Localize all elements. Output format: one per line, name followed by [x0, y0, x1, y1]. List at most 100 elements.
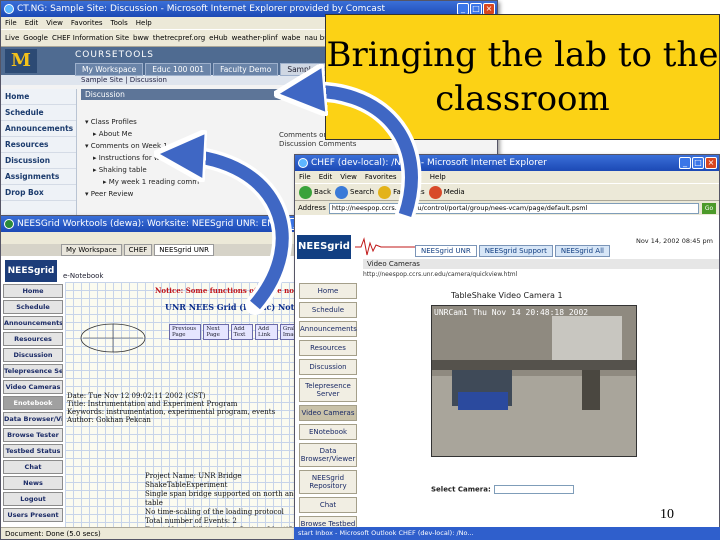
- go-button[interactable]: Go: [702, 202, 716, 214]
- links-bar-item[interactable]: wabe: [282, 34, 301, 42]
- links-bar-item[interactable]: bww: [133, 34, 149, 42]
- enotebook-button[interactable]: Add Text: [230, 324, 254, 340]
- entry-keywords: Keywords: instrumentation, experimental …: [67, 408, 276, 416]
- left-nav-item[interactable]: Data Browser/Viewer: [299, 443, 357, 467]
- enotebook-button[interactable]: Previous Page: [169, 324, 202, 340]
- menu-item[interactable]: View: [340, 173, 357, 181]
- site-tab[interactable]: My Workspace: [75, 63, 144, 76]
- left-nav-item[interactable]: Announcements: [1, 121, 76, 137]
- menu-item[interactable]: File: [5, 19, 17, 27]
- select-camera-dropdown[interactable]: [493, 485, 574, 494]
- menu-item[interactable]: Tools: [405, 173, 422, 181]
- menu-item[interactable]: File: [299, 173, 311, 181]
- entry-date: Date: Tue Nov 12 09:02:11 2002 (CST): [67, 392, 206, 400]
- site-tab[interactable]: My Workspace: [61, 244, 122, 256]
- address-input[interactable]: http://neespop.ccrs.unr.edu/control/port…: [328, 202, 699, 214]
- links-bar-item[interactable]: Live: [5, 34, 19, 42]
- minimize-button[interactable]: _: [679, 157, 691, 169]
- left-nav-item[interactable]: Browse Tester: [3, 428, 63, 442]
- left-nav-item[interactable]: Chat: [3, 460, 63, 474]
- toolbar-icon: [378, 185, 392, 199]
- windows-taskbar[interactable]: start Inbox - Microsoft Outlook CHEF (de…: [294, 527, 720, 540]
- left-nav-item[interactable]: Discussion: [299, 359, 357, 375]
- left-nav-item[interactable]: Video Cameras: [299, 405, 357, 421]
- camera-feed-image: [432, 306, 636, 456]
- links-bar-item[interactable]: CHEF Information Site: [52, 34, 129, 42]
- chef-timestamp: Nov 14, 2002 08:45 pm: [635, 237, 713, 245]
- left-nav-item[interactable]: Telepresence Server: [299, 378, 357, 402]
- toolbar-icon: [335, 185, 348, 199]
- left-nav-item[interactable]: Discussion: [3, 348, 63, 362]
- chef-titlebar[interactable]: CHEF (dev-local): /Nor... - Microsoft In…: [295, 155, 719, 171]
- site-tab[interactable]: CHEF: [123, 244, 153, 256]
- discussion-panel-title: Discussion: [81, 89, 281, 100]
- toolbar-label: Search: [350, 188, 375, 196]
- links-bar-item[interactable]: Google: [23, 34, 48, 42]
- menu-item[interactable]: Edit: [25, 19, 39, 27]
- left-nav-item[interactable]: Chat: [299, 497, 357, 513]
- left-nav-item[interactable]: Home: [1, 89, 76, 105]
- entry-title: Title: Instrumentation and Experiment Pr…: [67, 400, 238, 408]
- left-nav-item[interactable]: News: [3, 476, 63, 490]
- nees-section-label: e-Notebook: [63, 272, 104, 280]
- enotebook-button[interactable]: Next Page: [203, 324, 229, 340]
- left-nav-item[interactable]: Enotebook: [3, 396, 63, 410]
- neesgrid-logo: NEESgrid: [297, 235, 351, 259]
- nees-titlebar[interactable]: NEESGrid Worktools (dewa): Worksite: NEE…: [1, 216, 329, 232]
- maximize-button[interactable]: □: [692, 157, 704, 169]
- left-nav-item[interactable]: Schedule: [1, 105, 76, 121]
- nees-window-title: NEESGrid Worktools (dewa): Worksite: NEE…: [17, 219, 329, 229]
- left-nav-item[interactable]: Discussion: [1, 153, 76, 169]
- left-nav-item[interactable]: Data Browser/Viewer: [3, 412, 63, 426]
- toolbar-label: Favorites: [393, 188, 425, 196]
- left-nav-item[interactable]: ENotebook: [299, 424, 357, 440]
- site-tab[interactable]: NEESgrid Support: [478, 245, 553, 257]
- toolbar-button[interactable]: Back: [299, 185, 331, 199]
- toolbar-button[interactable]: Media: [428, 185, 465, 199]
- toolbar-button[interactable]: Search: [335, 185, 375, 199]
- menu-item[interactable]: View: [46, 19, 63, 27]
- left-nav-item[interactable]: Home: [3, 284, 63, 298]
- left-nav-item[interactable]: Telepresence Server: [3, 364, 63, 378]
- left-nav-item[interactable]: Announcements: [299, 321, 357, 337]
- close-button[interactable]: ×: [705, 157, 717, 169]
- menu-item[interactable]: Help: [136, 19, 152, 27]
- select-camera-control[interactable]: Select Camera:: [431, 485, 574, 494]
- enotebook-button[interactable]: Add Link: [255, 324, 278, 340]
- links-bar-item[interactable]: eHub: [209, 34, 227, 42]
- site-tab[interactable]: NEESgrid UNR: [154, 244, 214, 256]
- left-nav-item[interactable]: Resources: [1, 137, 76, 153]
- left-nav-item[interactable]: Home: [299, 283, 357, 299]
- slide-title-box: Bringing the lab to the classroom: [325, 14, 720, 140]
- video-caption: UNRCam1 Thu Nov 14 20:48:18 2002: [434, 308, 589, 317]
- left-nav-item[interactable]: Testbed Status: [3, 444, 63, 458]
- toolbar-icon: [299, 185, 312, 199]
- menu-item[interactable]: Favorites: [71, 19, 103, 27]
- left-nav-item[interactable]: Announcements: [3, 316, 63, 330]
- slide-title: Bringing the lab to the classroom: [326, 35, 719, 119]
- left-nav-item[interactable]: Schedule: [299, 302, 357, 318]
- left-nav-item[interactable]: Logout: [3, 492, 63, 506]
- menu-item[interactable]: Help: [430, 173, 446, 181]
- links-bar-item[interactable]: thetrecpref.org: [153, 34, 205, 42]
- menu-item[interactable]: Favorites: [365, 173, 397, 181]
- internet-explorer-icon: [298, 158, 308, 168]
- site-tab[interactable]: NEESgrid All: [554, 245, 610, 257]
- site-tab[interactable]: Educ 100 001: [145, 63, 212, 76]
- video-camera-feed[interactable]: UNRCam1 Thu Nov 14 20:48:18 2002: [431, 305, 637, 457]
- links-bar-item[interactable]: weather-plinf: [232, 34, 278, 42]
- chef-browser-window: CHEF (dev-local): /Nor... - Microsoft In…: [294, 154, 720, 540]
- site-tab[interactable]: Faculty Demo: [213, 63, 279, 76]
- left-nav-item[interactable]: Resources: [3, 332, 63, 346]
- left-nav-item[interactable]: NEESgrid Repository: [299, 470, 357, 494]
- left-nav-item[interactable]: Resources: [299, 340, 357, 356]
- site-tab[interactable]: NEESgrid UNR: [415, 245, 477, 257]
- menu-item[interactable]: Edit: [319, 173, 333, 181]
- left-nav-item[interactable]: Drop Box: [1, 185, 76, 201]
- toolbar-button[interactable]: Favorites: [378, 185, 425, 199]
- menu-item[interactable]: Tools: [111, 19, 128, 27]
- left-nav-item[interactable]: Users Present: [3, 508, 63, 522]
- left-nav-item[interactable]: Video Cameras: [3, 380, 63, 394]
- left-nav-item[interactable]: Schedule: [3, 300, 63, 314]
- left-nav-item[interactable]: Assignments: [1, 169, 76, 185]
